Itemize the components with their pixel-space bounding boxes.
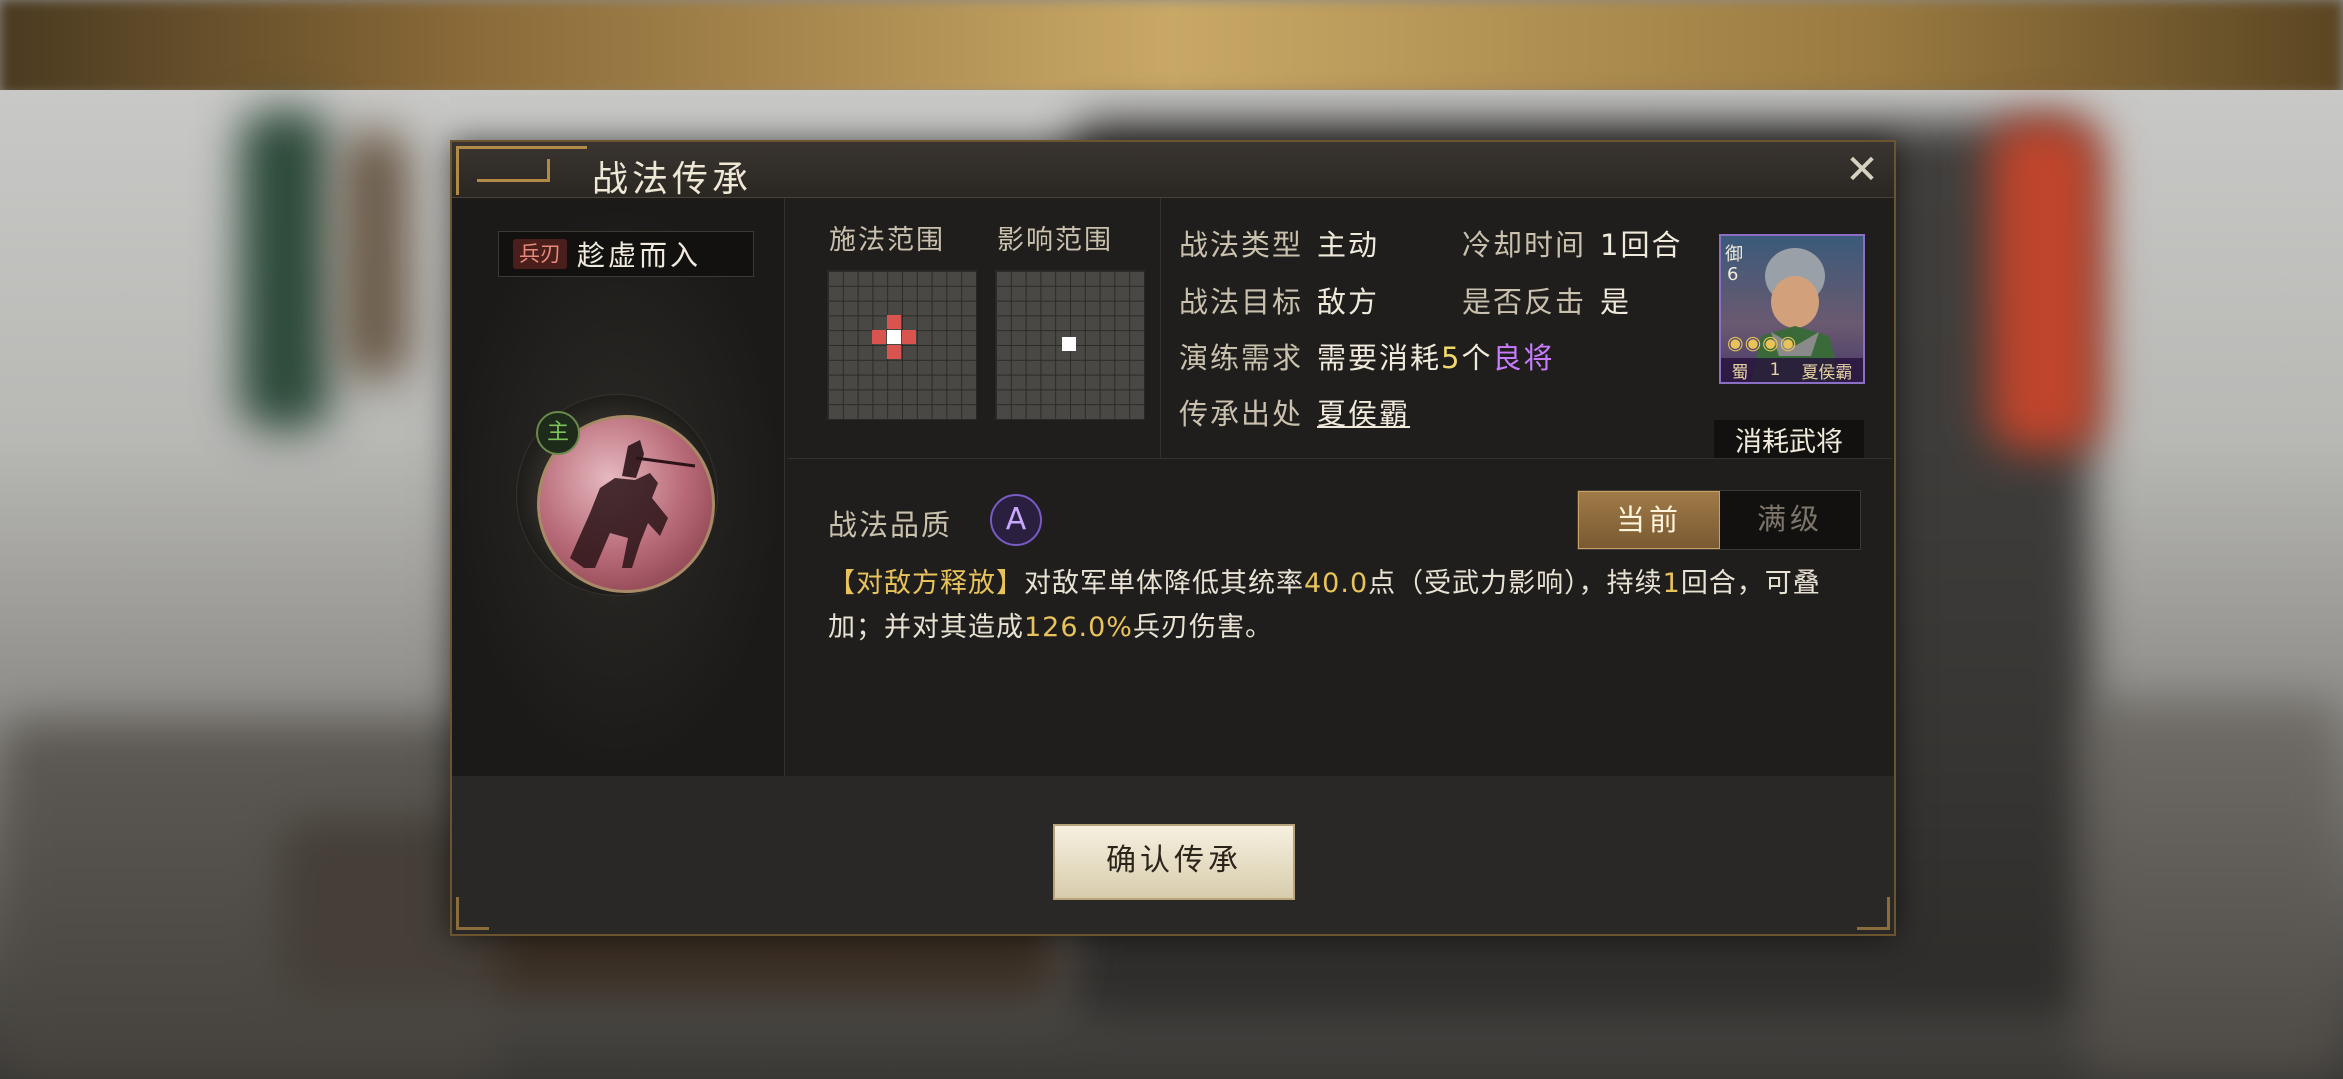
close-button[interactable]: ✕ bbox=[1842, 150, 1882, 190]
cooldown-value: 1回合 bbox=[1600, 228, 1683, 262]
confirm-inherit-button[interactable]: 确认传承 bbox=[1053, 824, 1295, 900]
train-quality: 良将 bbox=[1492, 341, 1555, 375]
bg-banner-left bbox=[240, 110, 330, 430]
train-prefix: 需要消耗 bbox=[1317, 341, 1442, 375]
effect-range-grid bbox=[995, 270, 1145, 420]
counter-row: 是否反击是 bbox=[1462, 279, 1631, 321]
general-info-bar: 蜀 1 夏侯霸 bbox=[1721, 358, 1863, 382]
general-name: 夏侯霸 bbox=[1801, 362, 1853, 383]
level-toggle: 当前 满级 bbox=[1577, 490, 1861, 550]
cooldown-row: 冷却时间 1回合 bbox=[1462, 222, 1682, 264]
source-general-link[interactable]: 夏侯霸 bbox=[1317, 397, 1410, 431]
skill-description: 【对敌方释放】对敌军单体降低其统率40.0点（受武力影响），持续1回合，可叠加；… bbox=[828, 562, 1858, 650]
main-skill-badge: 主 bbox=[536, 411, 580, 455]
divider bbox=[787, 458, 1892, 459]
corner-ornament-icon bbox=[1857, 897, 1890, 930]
target-key: 战法目标 bbox=[1179, 285, 1304, 319]
quality-grade-badge: A bbox=[990, 494, 1042, 546]
dialog-title: 战法传承 bbox=[592, 159, 753, 200]
counter-key: 是否反击 bbox=[1462, 285, 1587, 319]
effect-range-label: 影响范围 bbox=[997, 225, 1113, 256]
range-cell bbox=[887, 345, 901, 359]
range-cell bbox=[902, 330, 916, 344]
general-rank: 1 bbox=[1769, 360, 1781, 380]
desc-number: 40.0 bbox=[1304, 568, 1369, 599]
counter-value: 是 bbox=[1600, 285, 1632, 319]
range-cell bbox=[872, 330, 886, 344]
train-count: 5 bbox=[1441, 341, 1462, 375]
target-row: 战法目标 敌方 bbox=[1179, 279, 1379, 321]
general-portrait[interactable]: 御 6 ◉◉◉◉ 蜀 1 夏侯霸 bbox=[1719, 234, 1865, 384]
dialog-titlebar: 战法传承 ✕ bbox=[452, 142, 1894, 200]
desc-number: 1 bbox=[1662, 568, 1681, 599]
desc-text: 兵刃伤害。 bbox=[1132, 612, 1273, 643]
range-center-cell bbox=[887, 330, 901, 344]
cast-range-grid bbox=[827, 270, 977, 420]
cast-range-label: 施法范围 bbox=[829, 225, 945, 256]
type-value: 主动 bbox=[1317, 228, 1380, 262]
bg-banner-left-2 bbox=[340, 130, 410, 380]
general-cost: 6 bbox=[1727, 264, 1739, 285]
train-unit: 个 bbox=[1461, 341, 1493, 375]
target-value: 敌方 bbox=[1317, 285, 1380, 319]
bg-bottom-right bbox=[2080, 700, 2343, 1079]
desc-text: 点（受武力影响），持续 bbox=[1368, 568, 1663, 599]
desc-tag: 【对敌方释放】 bbox=[828, 568, 1024, 599]
skill-name-tag: 兵刃 趁虚而入 bbox=[498, 231, 754, 277]
effect-center-cell bbox=[1062, 337, 1076, 351]
skill-name: 趁虚而入 bbox=[577, 239, 702, 272]
general-role-tag: 御 bbox=[1725, 244, 1743, 265]
train-value: 需要消耗5个良将 bbox=[1317, 341, 1555, 375]
consume-general-caption: 消耗武将 bbox=[1714, 420, 1864, 459]
cooldown-key: 冷却时间 bbox=[1462, 228, 1587, 262]
top-bar-blurred bbox=[0, 0, 2343, 95]
tab-max-level[interactable]: 满级 bbox=[1720, 491, 1860, 549]
train-row: 演练需求 需要消耗5个良将 bbox=[1179, 335, 1555, 377]
type-row: 战法类型 主动 bbox=[1179, 222, 1379, 264]
skill-inherit-dialog: 战法传承 ✕ 兵刃 趁虚而入 主 施法范围 影响范围 战法类型 主动 冷却时间 … bbox=[450, 140, 1896, 936]
source-row: 传承出处 夏侯霸 bbox=[1179, 391, 1410, 433]
type-key: 战法类型 bbox=[1179, 228, 1304, 262]
corner-ornament-icon bbox=[456, 897, 489, 930]
skill-icon-panel: 兵刃 趁虚而入 主 bbox=[452, 198, 785, 776]
bg-red-banner bbox=[1990, 120, 2100, 450]
source-key: 传承出处 bbox=[1179, 397, 1304, 431]
train-key: 演练需求 bbox=[1179, 341, 1304, 375]
divider bbox=[1160, 198, 1161, 458]
desc-text: 对敌军单体降低其统率 bbox=[1024, 568, 1304, 599]
range-cell bbox=[887, 315, 901, 329]
bg-bottom-left bbox=[0, 720, 500, 1079]
tab-current[interactable]: 当前 bbox=[1578, 491, 1720, 549]
title-ornament-icon bbox=[456, 146, 587, 195]
general-stars: ◉◉◉◉ bbox=[1727, 332, 1798, 354]
general-faction: 蜀 bbox=[1731, 362, 1749, 383]
quality-label: 战法品质 bbox=[828, 508, 953, 542]
skill-type-badge: 兵刃 bbox=[513, 239, 567, 269]
range-area: 施法范围 影响范围 bbox=[787, 198, 1167, 458]
desc-number: 126.0% bbox=[1024, 612, 1133, 643]
